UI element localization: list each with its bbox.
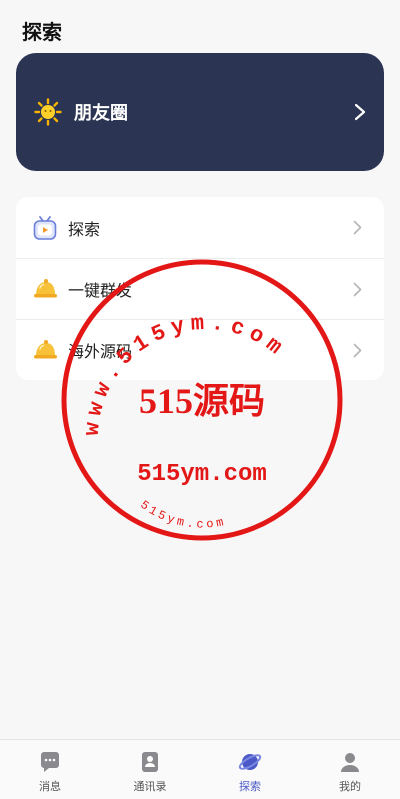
tab-label: 通讯录 [133,780,167,793]
page-title: 探索 [22,20,62,44]
tab-contacts[interactable]: 通讯录 [100,740,200,799]
user-icon [341,753,359,772]
tv-icon [32,215,58,241]
watermark-domain: 515ym.com [137,461,267,488]
svg-text:515ym.com: 515ym.com [138,498,228,532]
chevron-right-icon [353,282,362,296]
tab-me[interactable]: 我的 [300,740,400,799]
list-item-label: 海外源码 [68,342,133,361]
moments-card[interactable]: 朋友圈 [16,53,384,171]
watermark-main: 515源码 [139,381,265,421]
bell-icon [32,337,58,363]
chevron-right-icon [353,220,362,235]
contacts-book-icon [142,752,158,772]
chevron-right-icon [354,103,366,121]
tab-label: 消息 [39,780,61,793]
bottom-tab-bar: 消息 通讯录 探索 我的 [0,739,400,799]
tab-messages[interactable]: 消息 [0,740,100,799]
tab-label: 我的 [339,780,361,793]
moments-label: 朋友圈 [74,103,128,124]
list-item-label: 探索 [68,219,101,239]
list-item-label: 一键群发 [68,281,133,300]
bell-icon [32,276,58,302]
planet-icon [238,754,262,770]
tab-label: 探索 [239,780,261,793]
list-item-overseas-source[interactable]: 海外源码 [16,319,384,380]
sun-icon [34,98,62,126]
chevron-right-icon [353,343,362,357]
tab-explore[interactable]: 探索 [200,740,300,799]
list-item-explore[interactable]: 探索 [16,197,384,258]
explore-list: 探索 一键群发 海外源码 [16,197,384,380]
list-item-mass-send[interactable]: 一键群发 [16,258,384,319]
chat-bubble-icon [41,752,59,772]
watermark-arc-bottom: 515ym.com [138,498,225,532]
